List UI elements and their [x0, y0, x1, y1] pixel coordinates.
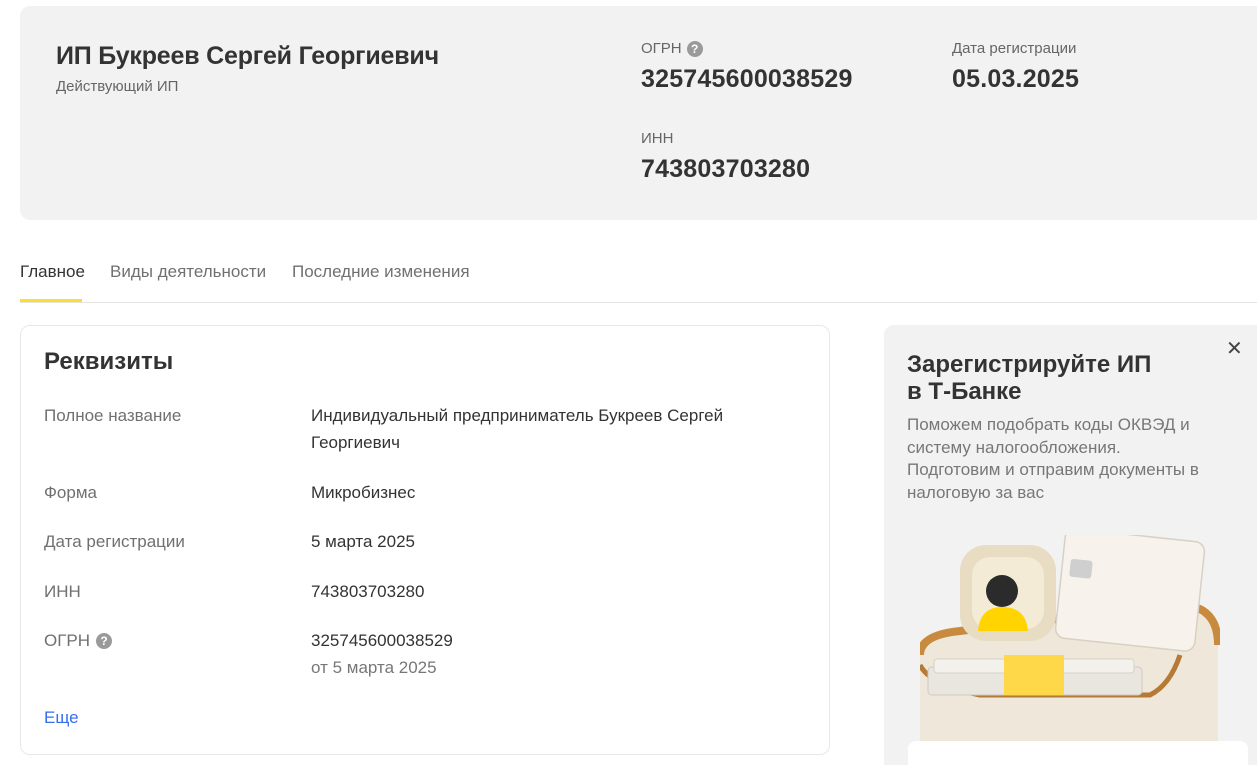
row-label-form: Форма [44, 483, 97, 502]
inn-label-header: ИНН [641, 130, 674, 147]
row-label-ogrn-text: ОГРН [44, 631, 91, 650]
row-label-full-name: Полное название [44, 406, 182, 425]
row-value-form: Микробизнес [311, 483, 416, 502]
promo-title: Зарегистрируйте ИП в Т-Банке [907, 351, 1152, 405]
company-status: Действующий ИП [56, 78, 179, 95]
tab-recent-changes[interactable]: Последние изменения [292, 262, 470, 282]
row-label-inn: ИНН [44, 582, 81, 601]
reg-date-value-header: 05.03.2025 [952, 65, 1080, 93]
row-value-reg-date: 5 марта 2025 [311, 532, 415, 551]
requisites-title: Реквизиты [44, 348, 174, 375]
row-label-reg-date: Дата регистрации [44, 532, 185, 551]
tab-main[interactable]: Главное [20, 262, 85, 282]
active-tab-indicator [20, 299, 82, 302]
tab-bar: Главное Виды деятельности Последние изме… [20, 256, 1257, 303]
ogrn-number: 325745600038529 [311, 631, 453, 650]
ogrn-label-header: ОГРН ? [641, 40, 703, 57]
close-icon[interactable]: ✕ [1226, 339, 1243, 359]
reg-date-label-header: Дата регистрации [952, 40, 1077, 57]
requisites-card: Реквизиты Полное название Индивидуальный… [20, 325, 830, 755]
row-label-ogrn: ОГРН ? [44, 631, 113, 651]
promo-illustration [920, 535, 1220, 745]
ogrn-date: от 5 марта 2025 [311, 658, 437, 677]
help-icon[interactable]: ? [96, 633, 113, 649]
row-value-full-name: Индивидуальный предприниматель Букреев С… [311, 406, 724, 452]
promo-text: Поможем подобрать коды ОКВЭД и систему н… [907, 415, 1199, 502]
help-icon[interactable]: ? [686, 40, 703, 57]
ogrn-label-text: ОГРН [641, 40, 682, 57]
company-name: ИП Букреев Сергей Георгиевич [56, 42, 439, 70]
promo-bottom-panel [908, 741, 1248, 765]
inn-value-header: 743803703280 [641, 155, 811, 183]
company-header: ИП Букреев Сергей Георгиевич Действующий… [20, 6, 1257, 220]
more-link[interactable]: Еще [44, 708, 79, 728]
tab-activities[interactable]: Виды деятельности [110, 262, 266, 282]
row-value-ogrn: 325745600038529 от 5 марта 2025 [311, 627, 751, 681]
promo-banner: Зарегистрируйте ИП в Т-Банке Поможем под… [884, 325, 1257, 765]
ogrn-value-header: 325745600038529 [641, 65, 853, 93]
row-value-inn: 743803703280 [311, 582, 425, 601]
